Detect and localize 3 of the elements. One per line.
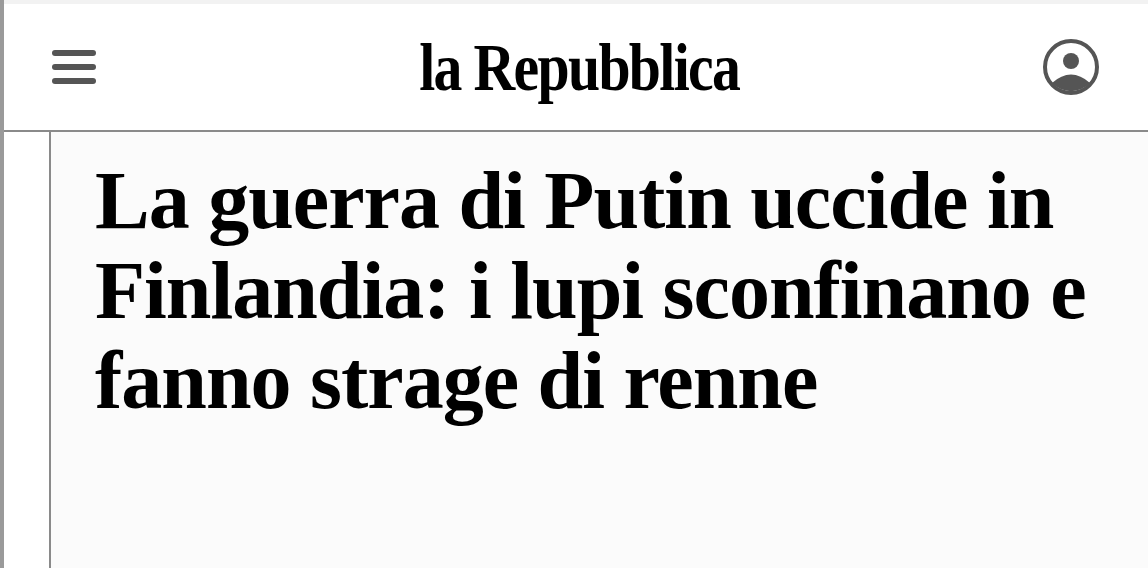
menu-icon[interactable] xyxy=(52,50,96,84)
headline: La guerra di Putin uccide in Finlandia: i lupi sconfinano e fanno strage di renne xyxy=(95,156,1087,426)
user-icon[interactable] xyxy=(1042,38,1100,96)
